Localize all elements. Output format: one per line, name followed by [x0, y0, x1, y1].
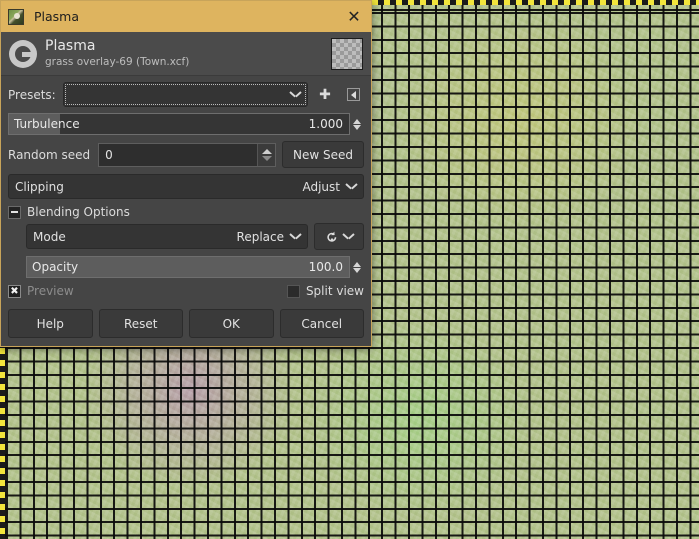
- clipping-combobox[interactable]: Clipping Adjust: [8, 174, 364, 199]
- chevron-up-icon: [353, 118, 361, 124]
- ok-button[interactable]: OK: [189, 309, 274, 338]
- cancel-button[interactable]: Cancel: [279, 309, 364, 338]
- opacity-slider[interactable]: Opacity 100.0: [26, 256, 350, 278]
- opacity-row: Opacity 100.0: [26, 256, 364, 278]
- turbulence-value: 1.000: [308, 117, 343, 131]
- screen: Plasma ✕ Plasma grass overlay-69 (Town.x…: [0, 0, 699, 539]
- presets-row: Presets: ✚: [8, 82, 364, 107]
- mode-value: Replace: [236, 229, 284, 244]
- header-subtitle: grass overlay-69 (Town.xcf): [45, 55, 190, 68]
- clipping-value: Adjust: [302, 179, 340, 194]
- reset-button[interactable]: Reset: [98, 309, 183, 338]
- opacity-stepper[interactable]: [350, 256, 364, 278]
- dialog-header: Plasma grass overlay-69 (Town.xcf): [1, 32, 371, 76]
- page-title: Plasma: [45, 38, 96, 55]
- blending-options-expander[interactable]: Blending Options: [8, 205, 364, 219]
- random-seed-stepper[interactable]: [257, 143, 275, 166]
- new-seed-button[interactable]: New Seed: [282, 141, 364, 168]
- header-text-block: Plasma grass overlay-69 (Town.xcf): [45, 39, 331, 68]
- preview-checkbox[interactable]: ✖: [8, 284, 21, 298]
- chevron-down-icon: [343, 233, 354, 240]
- chevron-up-icon: [353, 261, 361, 267]
- turbulence-row: Turbulence 1.000: [8, 113, 364, 135]
- dialog-body: Presets: ✚ Turbulence 1.000 Random seed …: [1, 76, 371, 298]
- image-thumbnail-icon: [8, 8, 24, 25]
- random-seed-value: 0: [105, 147, 113, 162]
- random-seed-label: Random seed: [8, 147, 91, 162]
- chevron-up-icon: [261, 148, 272, 154]
- window-title: Plasma: [34, 9, 80, 24]
- checkerboard-transparency-thumbnail: [331, 37, 363, 70]
- close-icon[interactable]: ✕: [343, 6, 365, 28]
- turbulence-slider[interactable]: Turbulence 1.000: [8, 113, 350, 135]
- blending-options-label: Blending Options: [27, 205, 130, 219]
- preview-options-row: ✖ Preview Split view: [8, 284, 364, 298]
- mode-row: Mode Replace: [26, 223, 364, 250]
- reset-undo-icon: [326, 231, 336, 242]
- presets-label: Presets:: [8, 87, 56, 102]
- collapse-minus-icon: [8, 205, 21, 219]
- gimp-wilber-icon: [9, 39, 37, 68]
- mode-label: Mode: [33, 229, 66, 244]
- preset-menu-frame: [346, 88, 360, 101]
- mode-reset-button[interactable]: [314, 223, 364, 250]
- preview-label: Preview: [27, 284, 74, 298]
- opacity-value: 100.0: [308, 260, 343, 274]
- help-button[interactable]: Help: [8, 309, 93, 338]
- split-view-label: Split view: [305, 284, 364, 298]
- chevron-down-icon: [290, 91, 301, 98]
- split-view-checkbox[interactable]: [286, 284, 300, 298]
- turbulence-stepper[interactable]: [350, 113, 364, 135]
- clipping-row: Clipping Adjust: [8, 174, 364, 199]
- opacity-label: Opacity: [32, 260, 79, 274]
- presets-combobox[interactable]: [62, 82, 308, 107]
- plus-icon[interactable]: ✚: [314, 84, 336, 106]
- checkmark-icon: ✖: [10, 285, 19, 297]
- chevron-down-icon: [346, 183, 357, 190]
- mode-combobox[interactable]: Mode Replace: [26, 224, 308, 249]
- random-seed-row: Random seed 0 New Seed: [8, 141, 364, 168]
- clipping-label: Clipping: [15, 179, 64, 194]
- chevron-down-icon: [353, 267, 361, 273]
- random-seed-input[interactable]: 0: [98, 142, 276, 167]
- chevron-down-icon: [261, 155, 272, 161]
- plasma-dialog: Plasma ✕ Plasma grass overlay-69 (Town.x…: [0, 0, 372, 347]
- turbulence-label: Turbulence: [14, 117, 80, 131]
- preset-menu-icon[interactable]: [342, 84, 364, 106]
- dialog-titlebar[interactable]: Plasma ✕: [1, 1, 371, 32]
- chevron-down-icon: [353, 124, 361, 130]
- dialog-footer: Help Reset OK Cancel: [1, 305, 371, 346]
- chevron-down-icon: [290, 233, 301, 240]
